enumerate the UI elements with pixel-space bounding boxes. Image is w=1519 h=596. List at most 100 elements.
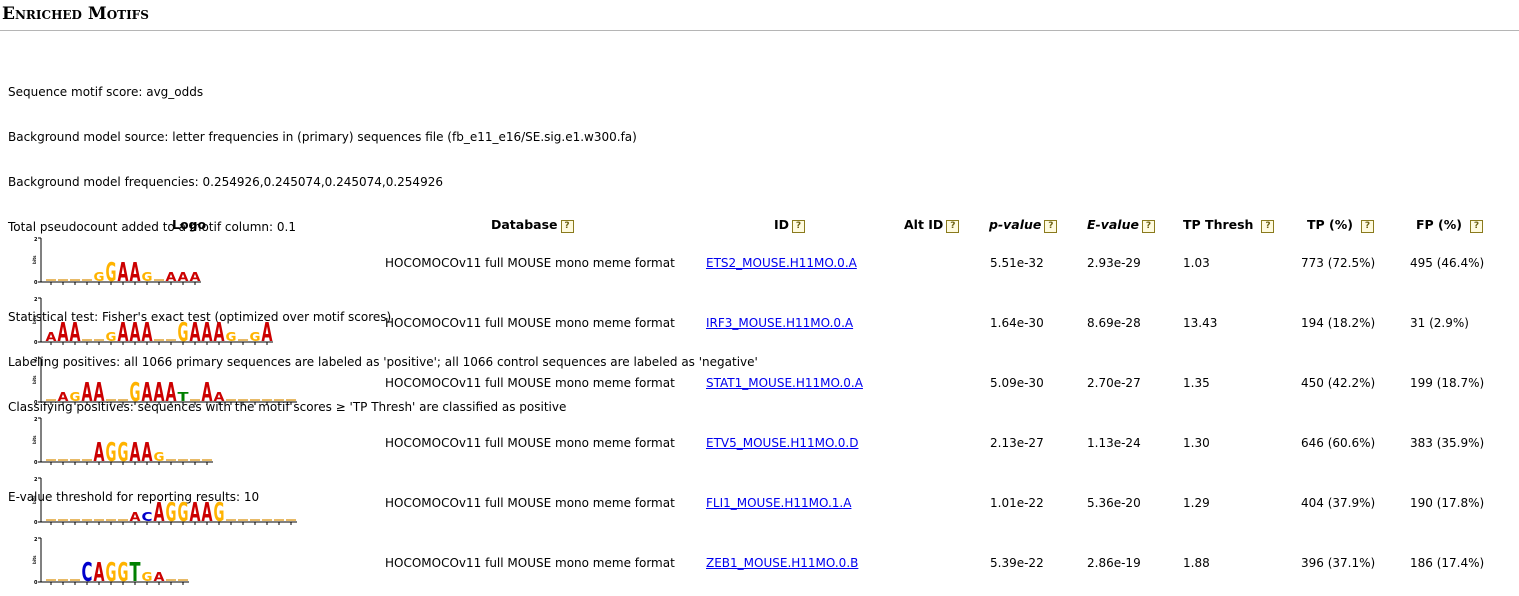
- logo-letter-A: A: [130, 510, 142, 524]
- info-line: Sequence motif score: avg_odds: [8, 85, 204, 99]
- logo-low-info-stack: [82, 459, 92, 461]
- page-header: Enriched Motifs: [0, 0, 1519, 31]
- logo-y-tick-label: 0: [34, 460, 38, 466]
- logo-low-info-stack: [202, 459, 212, 461]
- tp-thresh-cell: 1.88: [1183, 556, 1210, 570]
- logo-low-info-stack: [166, 579, 176, 581]
- logo-letter-A: A: [202, 318, 213, 348]
- evalue-cell: 2.70e-27: [1087, 376, 1141, 390]
- logo-letter-G: G: [106, 258, 117, 288]
- logo-low-info-stack: [58, 579, 68, 581]
- tp-thresh-cell: 1.29: [1183, 496, 1210, 510]
- logo-low-info-stack: [250, 519, 260, 521]
- logo-y-axis-label: bits: [32, 315, 37, 324]
- help-icon[interactable]: ?: [1361, 220, 1374, 233]
- logo-letter-T: T: [178, 390, 190, 404]
- header-alt-id: Alt ID?: [904, 217, 960, 233]
- evalue-cell: 1.13e-24: [1087, 436, 1141, 450]
- logo-letter-A: A: [214, 390, 226, 404]
- motif-logo: 2 0 bits C A G G T G A: [30, 534, 350, 590]
- logo-low-info-stack: [190, 399, 200, 401]
- header-id: ID?: [774, 217, 806, 233]
- tp-thresh-cell: 1.03: [1183, 256, 1210, 270]
- help-icon[interactable]: ?: [946, 220, 960, 233]
- logo-letter-A: A: [166, 270, 178, 284]
- logo-letter-G: G: [178, 498, 189, 528]
- logo-letter-A: A: [70, 318, 81, 348]
- logo-low-info-stack: [238, 339, 248, 341]
- logo-low-info-stack: [274, 519, 284, 521]
- database-cell: HOCOMOCOv11 full MOUSE mono meme format: [385, 256, 675, 270]
- pvalue-cell: 1.01e-22: [990, 496, 1044, 510]
- logo-low-info-stack: [262, 399, 272, 401]
- motif-id-link[interactable]: ETS2_MOUSE.H11MO.0.A: [706, 256, 857, 270]
- logo-y-tick-label: 0: [34, 580, 38, 586]
- logo-letter-A: A: [118, 258, 129, 288]
- logo-y-tick-label: 2: [34, 357, 38, 363]
- help-icon[interactable]: ?: [792, 220, 806, 233]
- evalue-cell: 2.86e-19: [1087, 556, 1141, 570]
- fp-cell: 31 (2.9%): [1410, 316, 1469, 330]
- motif-logo: 2 0 bits A C A G G A A G: [30, 474, 350, 530]
- logo-letter-A: A: [58, 390, 70, 404]
- logo-low-info-stack: [82, 339, 92, 341]
- logo-letter-G: G: [214, 498, 225, 528]
- logo-low-info-stack: [46, 519, 56, 521]
- logo-low-info-stack: [58, 279, 68, 281]
- logo-y-axis-label: bits: [32, 435, 37, 444]
- motif-logo: 2 0 bits A A A G A A A G A A A G G A: [30, 294, 350, 350]
- logo-low-info-stack: [178, 459, 188, 461]
- logo-letter-G: G: [106, 438, 117, 468]
- motif-id-link[interactable]: STAT1_MOUSE.H11MO.0.A: [706, 376, 863, 390]
- motif-logo: 2 0 bits A G G A A G: [30, 414, 350, 470]
- fp-cell: 199 (18.7%): [1410, 376, 1485, 390]
- motif-id-link[interactable]: IRF3_MOUSE.H11MO.0.A: [706, 316, 853, 330]
- logo-y-axis-label: bits: [32, 375, 37, 384]
- logo-letter-A: A: [190, 498, 201, 528]
- logo-letter-G: G: [130, 378, 141, 408]
- logo-letter-A: A: [130, 258, 141, 288]
- logo-low-info-stack: [238, 519, 248, 521]
- logo-letter-G: G: [70, 390, 81, 404]
- logo-letter-A: A: [142, 318, 153, 348]
- header-tp-thresh-label: TP Thresh: [1183, 217, 1254, 232]
- header-database-label: Database: [491, 217, 558, 232]
- logo-low-info-stack: [274, 399, 284, 401]
- logo-y-tick-label: 0: [34, 400, 38, 406]
- logo-low-info-stack: [58, 519, 68, 521]
- tp-thresh-cell: 1.35: [1183, 376, 1210, 390]
- pvalue-cell: 1.64e-30: [990, 316, 1044, 330]
- help-icon[interactable]: ?: [1261, 220, 1275, 233]
- logo-letter-A: A: [262, 318, 273, 348]
- header-logo: Logo: [172, 217, 207, 232]
- header-tp-thresh: TP Thresh?: [1183, 217, 1275, 233]
- logo-letter-A: A: [154, 498, 165, 528]
- logo-low-info-stack: [154, 339, 164, 341]
- logo-letter-A: A: [130, 438, 141, 468]
- logo-letter-A: A: [82, 378, 93, 408]
- help-icon[interactable]: ?: [1044, 220, 1058, 233]
- logo-letter-A: A: [118, 318, 129, 348]
- pvalue-cell: 5.09e-30: [990, 376, 1044, 390]
- logo-low-info-stack: [70, 279, 80, 281]
- logo-letter-A: A: [178, 270, 190, 284]
- help-icon[interactable]: ?: [1470, 220, 1484, 233]
- logo-letter-G: G: [154, 450, 165, 464]
- fp-cell: 186 (17.4%): [1410, 556, 1485, 570]
- logo-letter-A: A: [154, 378, 165, 408]
- database-cell: HOCOMOCOv11 full MOUSE mono meme format: [385, 556, 675, 570]
- database-cell: HOCOMOCOv11 full MOUSE mono meme format: [385, 316, 675, 330]
- motif-id-link[interactable]: FLI1_MOUSE.H11MO.1.A: [706, 496, 851, 510]
- motif-id-link[interactable]: ZEB1_MOUSE.H11MO.0.B: [706, 556, 858, 570]
- header-evalue: E-value?: [1087, 217, 1155, 233]
- logo-low-info-stack: [226, 519, 236, 521]
- logo-letter-G: G: [166, 498, 177, 528]
- logo-letter-G: G: [106, 330, 117, 344]
- help-icon[interactable]: ?: [560, 220, 574, 233]
- header-tp: TP (%)?: [1307, 217, 1374, 233]
- motif-id-link[interactable]: ETV5_MOUSE.H11MO.0.D: [706, 436, 858, 450]
- tp-cell: 646 (60.6%): [1301, 436, 1376, 450]
- help-icon[interactable]: ?: [1141, 220, 1155, 233]
- database-cell: HOCOMOCOv11 full MOUSE mono meme format: [385, 376, 675, 390]
- logo-letter-A: A: [214, 318, 225, 348]
